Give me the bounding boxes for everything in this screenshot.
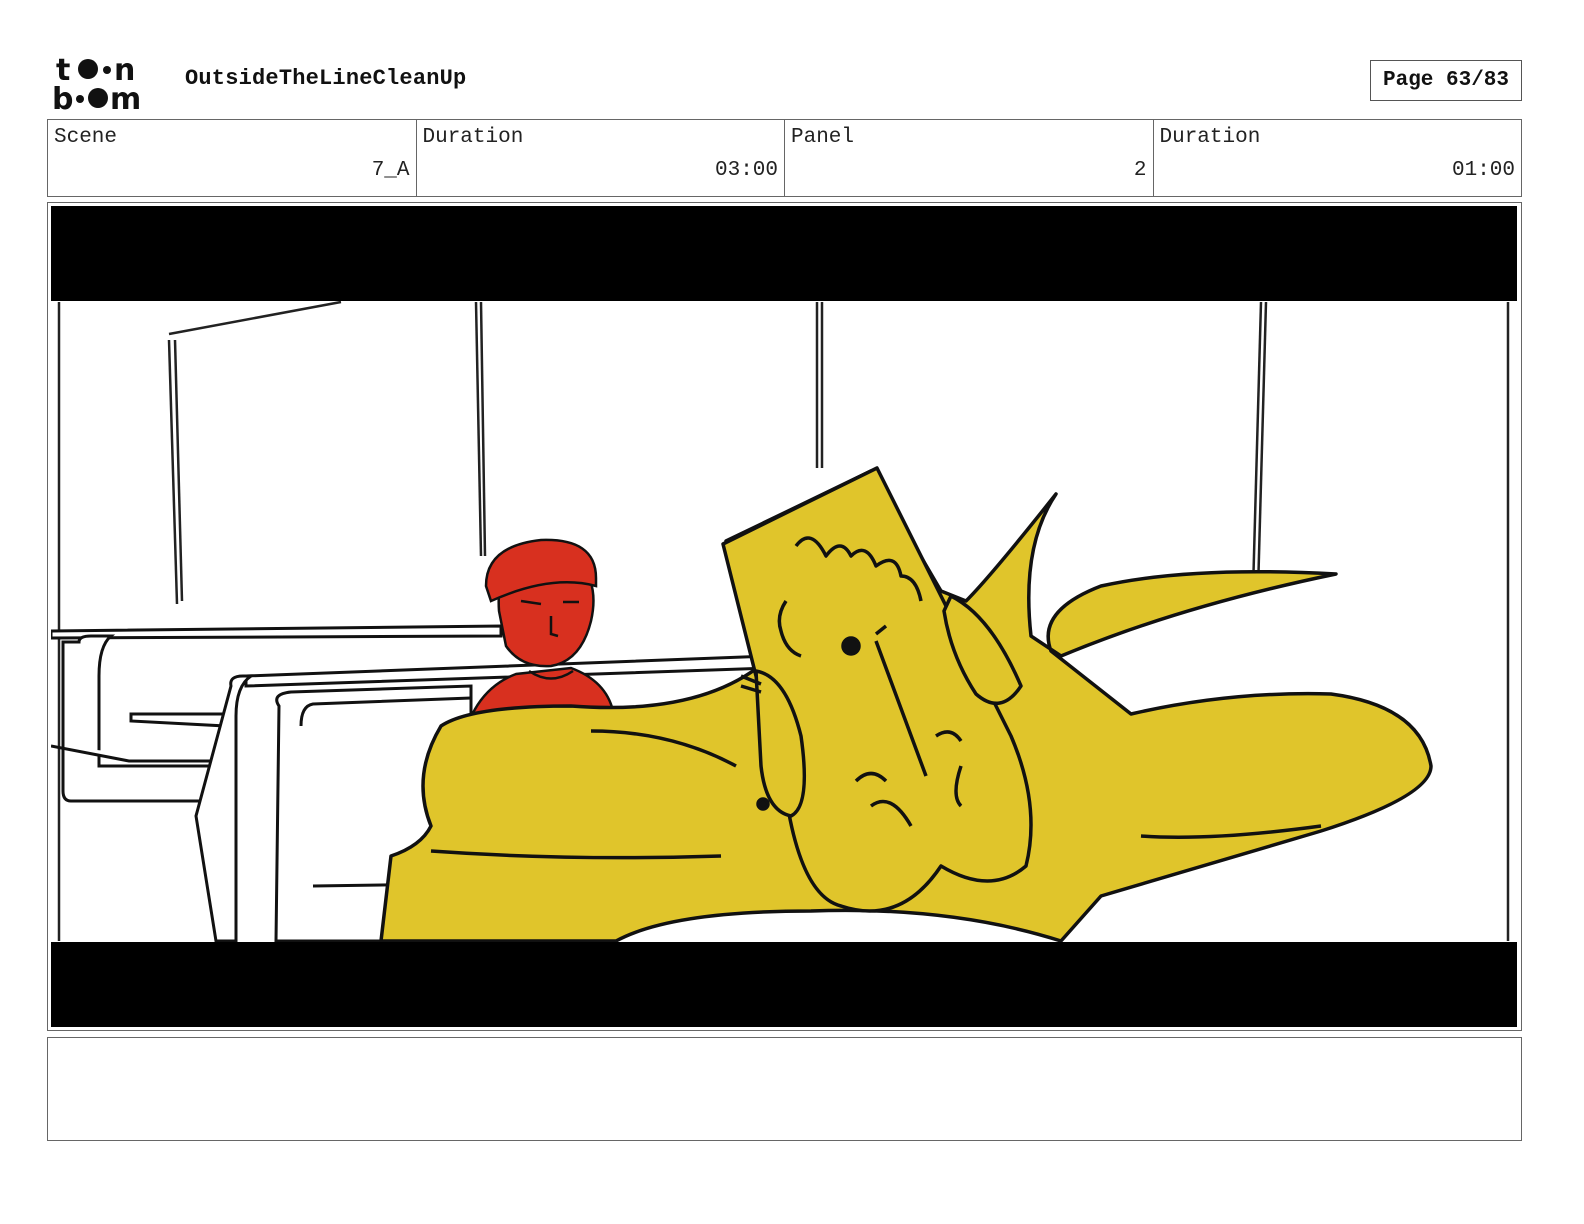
svg-text:m: m — [110, 82, 141, 112]
panel-duration-value: 01:00 — [1451, 159, 1515, 182]
project-title: OutsideTheLineCleanUp — [185, 66, 467, 91]
scene-duration-value: 03:00 — [714, 159, 778, 182]
scene-value: 7_A — [371, 159, 410, 182]
panel-cell: Panel 2 — [785, 120, 1154, 196]
scene-cell: Scene 7_A — [48, 120, 417, 196]
toon-boom-logo: t n b m — [52, 53, 141, 112]
panel-label: Panel — [791, 126, 855, 149]
scene-info-table: Scene 7_A Duration 03:00 Panel 2 Duratio… — [47, 119, 1522, 197]
panel-notes-box — [47, 1037, 1522, 1141]
panel-duration-cell: Duration 01:00 — [1154, 120, 1522, 196]
panel-duration-label: Duration — [1159, 126, 1261, 149]
panel-value: 2 — [1133, 159, 1147, 182]
scene-duration-cell: Duration 03:00 — [417, 120, 785, 196]
storyboard-panel-image — [51, 206, 1517, 1027]
page-indicator: Page 63/83 — [1370, 60, 1522, 101]
svg-text:b: b — [52, 82, 73, 112]
scene-duration-label: Duration — [422, 126, 524, 149]
scene-label: Scene — [54, 126, 118, 149]
